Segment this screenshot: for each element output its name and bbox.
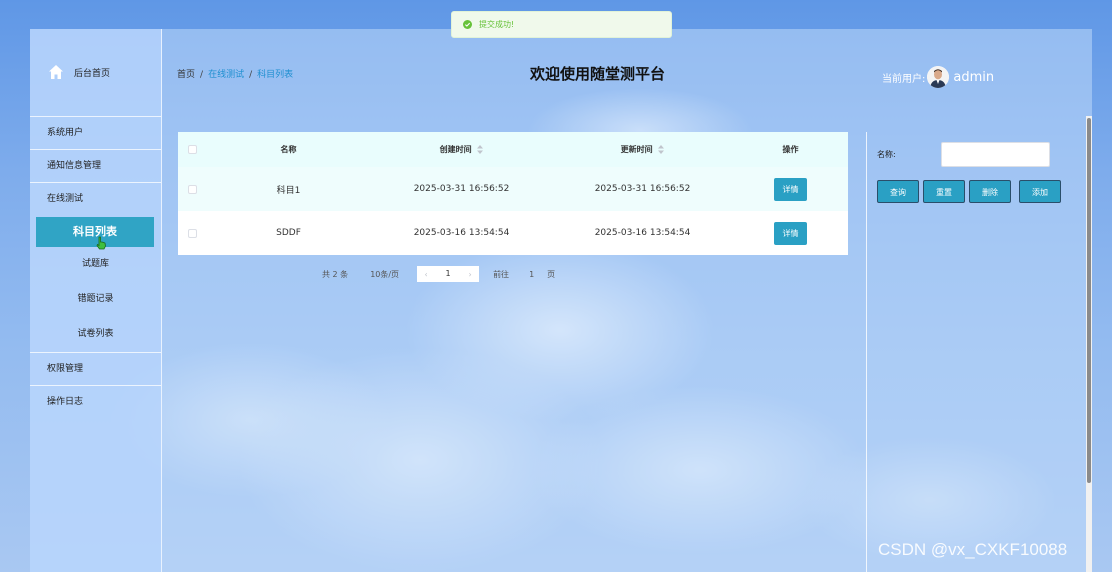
sidebar-item-operation-log[interactable]: 操作日志	[30, 385, 161, 418]
cell-created: 2025-03-31 16:56:52	[413, 184, 510, 194]
cell-operation: 详情	[733, 221, 848, 245]
row-checkbox-cell	[178, 228, 206, 238]
watermark: CSDN @vx_CXKF10088	[878, 540, 1068, 559]
column-header-updated-label: 更新时间	[620, 145, 653, 154]
breadcrumb-home[interactable]: 首页	[177, 70, 195, 80]
sort-icon[interactable]	[477, 145, 484, 154]
breadcrumb: 首页 / 在线测试 / 科目列表	[177, 67, 293, 80]
column-header-created-label: 创建时间	[439, 145, 472, 154]
search-name-input[interactable]	[941, 142, 1050, 167]
home-icon	[49, 65, 63, 79]
cell-name: 科目1	[276, 185, 301, 196]
sidebar-menu: 系统用户 通知信息管理 在线测试 科目列表 试题库 错题记录 试卷列表 权限管理…	[30, 116, 161, 418]
page-title: 欢迎使用随堂测平台	[530, 65, 666, 83]
cell-created: 2025-03-16 13:54:54	[413, 228, 510, 238]
user-name[interactable]: admin	[953, 70, 994, 85]
delete-button[interactable]: 删除	[969, 180, 1011, 203]
detail-button[interactable]: 详情	[774, 177, 807, 201]
row-checkbox-cell	[178, 184, 206, 194]
scrollbar[interactable]	[1086, 116, 1092, 572]
sidebar: 后台首页 系统用户 通知信息管理 在线测试 科目列表 试题库 错题记录 试卷列表…	[30, 29, 162, 572]
scrollbar-thumb[interactable]	[1087, 118, 1091, 483]
table-header: 名称 创建时间 更新时间 操作	[178, 132, 848, 167]
cell-updated: 2025-03-31 16:56:52	[594, 184, 691, 194]
page-size-select[interactable]: 10条/页	[370, 269, 399, 280]
sidebar-item-permissions[interactable]: 权限管理	[30, 352, 161, 385]
home-label: 后台首页	[74, 68, 111, 79]
avatar[interactable]	[927, 66, 950, 88]
detail-button[interactable]: 详情	[774, 221, 807, 245]
subject-table: 名称 创建时间 更新时间 操作 科目1 2025-03-31 16:56:52 …	[178, 132, 848, 255]
search-panel: 名称: 查询 重置 删除 添加	[866, 132, 1092, 572]
page-unit-label: 页	[547, 269, 556, 279]
pagination-controls: ‹ 1 ›	[417, 266, 480, 282]
home-link[interactable]: 后台首页	[48, 63, 110, 81]
column-header-updated[interactable]: 更新时间	[552, 144, 733, 155]
sidebar-subitem-wrong-records[interactable]: 错题记录	[30, 282, 161, 317]
cell-updated: 2025-03-16 13:54:54	[594, 228, 691, 238]
add-button[interactable]: 添加	[1019, 180, 1061, 203]
search-name-label: 名称:	[877, 150, 896, 159]
success-toast: 提交成功!	[451, 11, 672, 38]
column-header-operation: 操作	[782, 145, 799, 154]
user-avatar-icon	[927, 66, 950, 88]
breadcrumb-separator: /	[249, 70, 253, 80]
table-row: SDDF 2025-03-16 13:54:54 2025-03-16 13:5…	[178, 211, 848, 255]
cell-name: SDDF	[276, 228, 301, 238]
sidebar-item-online-test[interactable]: 在线测试	[30, 182, 161, 215]
cell-operation: 详情	[733, 177, 848, 201]
sort-icon[interactable]	[658, 145, 665, 154]
goto-page-input[interactable]: 1	[529, 270, 534, 279]
column-header-name: 名称	[280, 145, 297, 154]
check-circle-icon	[463, 20, 472, 29]
sidebar-subitem-paper-list[interactable]: 试卷列表	[30, 317, 161, 352]
toast-message: 提交成功!	[479, 20, 515, 29]
sidebar-item-system-users[interactable]: 系统用户	[30, 116, 161, 149]
pagination-total: 共 2 条	[322, 269, 349, 279]
select-all-checkbox[interactable]	[187, 145, 197, 154]
breadcrumb-online-test[interactable]: 在线测试	[208, 70, 244, 80]
breadcrumb-separator: /	[200, 70, 204, 80]
user-info: 当前用户: admin	[882, 66, 994, 88]
row-checkbox[interactable]	[187, 228, 197, 238]
breadcrumb-subject-list: 科目列表	[257, 70, 294, 80]
header-checkbox-cell	[178, 145, 206, 154]
prev-page-button[interactable]: ‹	[417, 266, 435, 282]
next-page-button[interactable]: ›	[461, 266, 479, 282]
sidebar-item-notifications[interactable]: 通知信息管理	[30, 149, 161, 182]
goto-label: 前往	[493, 269, 510, 279]
pagination: 共 2 条 10条/页 ‹ 1 › 前往 1 页	[322, 266, 555, 282]
table-row: 科目1 2025-03-31 16:56:52 2025-03-31 16:56…	[178, 167, 848, 211]
current-page-number[interactable]: 1	[435, 266, 462, 282]
user-label: 当前用户:	[882, 73, 926, 85]
query-button[interactable]: 查询	[877, 180, 919, 203]
sidebar-subitem-question-bank[interactable]: 试题库	[30, 247, 161, 282]
column-header-created[interactable]: 创建时间	[371, 144, 552, 155]
row-checkbox[interactable]	[187, 184, 197, 194]
hand-cursor-icon	[96, 236, 106, 250]
reset-button[interactable]: 重置	[923, 180, 965, 203]
